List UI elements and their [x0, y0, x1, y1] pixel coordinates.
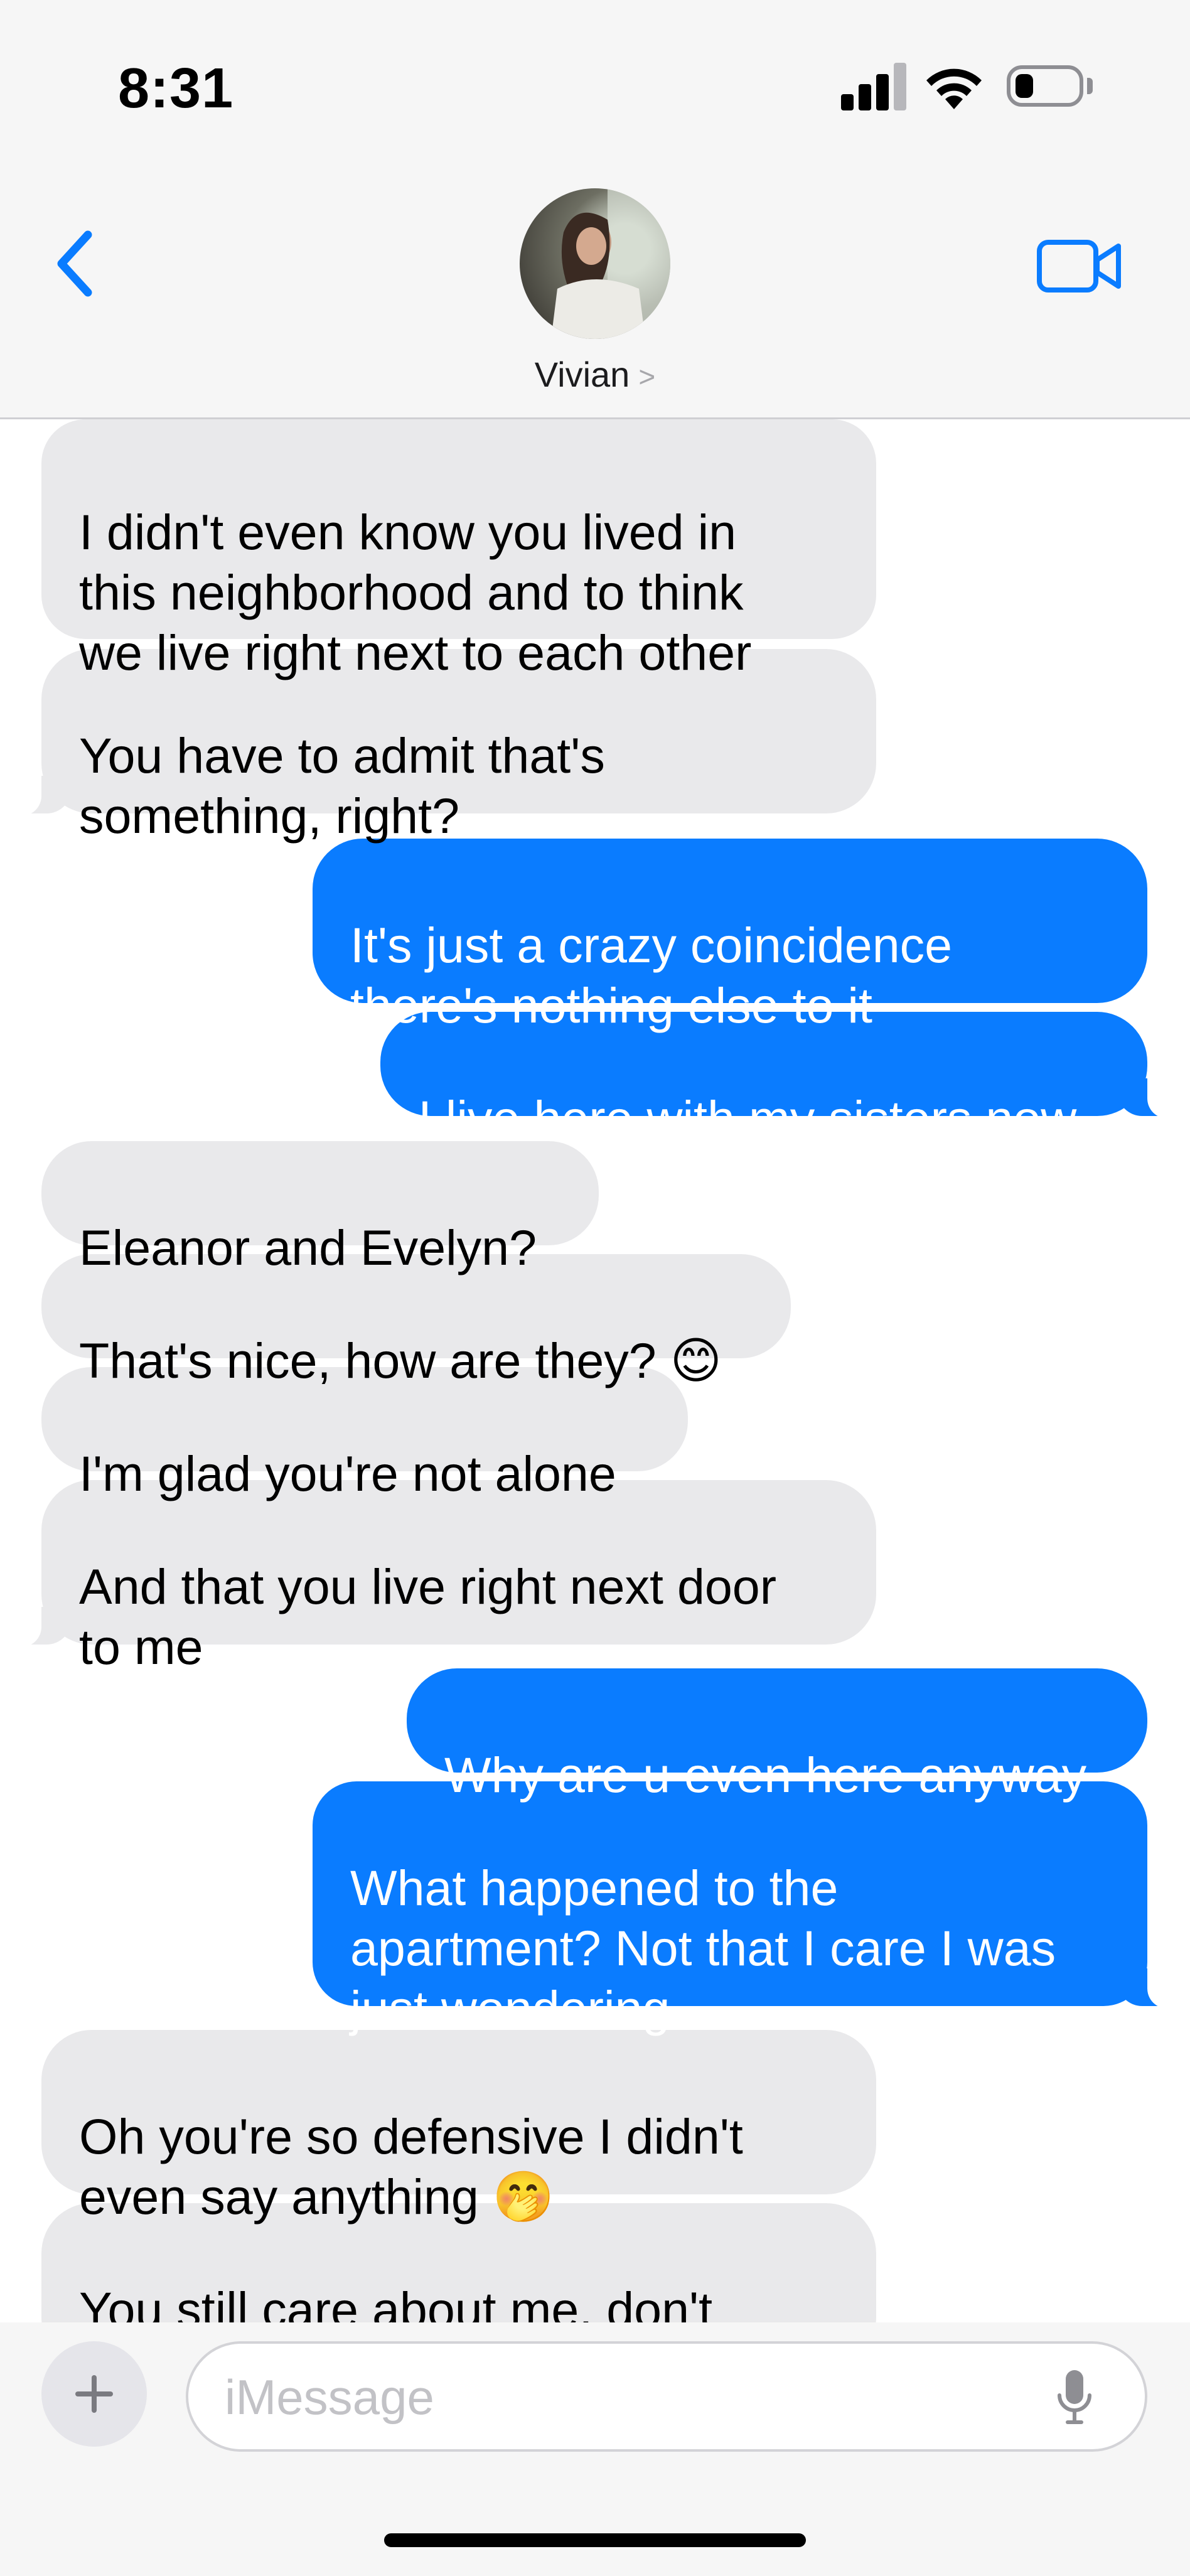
plus-icon[interactable]: [41, 2341, 147, 2447]
incoming-message[interactable]: Oh you're so defensive I didn't even say…: [41, 2030, 876, 2224]
status-time: 8:31: [118, 57, 234, 120]
wifi-icon: [926, 68, 982, 109]
imessage-input[interactable]: [225, 2363, 1041, 2432]
back-chevron-icon[interactable]: [46, 226, 103, 301]
message-field[interactable]: [186, 2341, 1147, 2452]
conversation-header: 8:31 Vivian >: [0, 0, 1190, 419]
contact-name: Vivian: [534, 355, 630, 394]
message-list[interactable]: I didn't even know you lived in this nei…: [0, 419, 1190, 2322]
contact-chevron-icon: >: [638, 360, 656, 393]
battery-tip: [1087, 78, 1093, 94]
microphone-icon[interactable]: [1056, 2368, 1093, 2428]
outgoing-message[interactable]: What happened to the apartment? Not that…: [313, 1781, 1175, 2036]
video-call-icon[interactable]: [1036, 237, 1123, 295]
cellular-signal-icon: [841, 63, 906, 110]
messages-screen: 8:31 Vivian > I didn't even know you liv…: [0, 0, 1190, 2576]
outgoing-message[interactable]: It's just a crazy coincidence there's no…: [313, 839, 1147, 1033]
home-indicator[interactable]: [384, 2533, 806, 2547]
contact-name-button[interactable]: Vivian >: [0, 354, 1190, 395]
incoming-message[interactable]: And that you live right next door to me: [14, 1480, 876, 1675]
battery-icon: [1007, 65, 1083, 107]
contact-avatar[interactable]: [520, 188, 670, 339]
incoming-message[interactable]: I didn't even know you lived in this nei…: [41, 419, 876, 680]
incoming-message[interactable]: Eleanor and Evelyn?: [41, 1141, 599, 1275]
outgoing-message[interactable]: Why are u even here anyway: [407, 1668, 1147, 1803]
